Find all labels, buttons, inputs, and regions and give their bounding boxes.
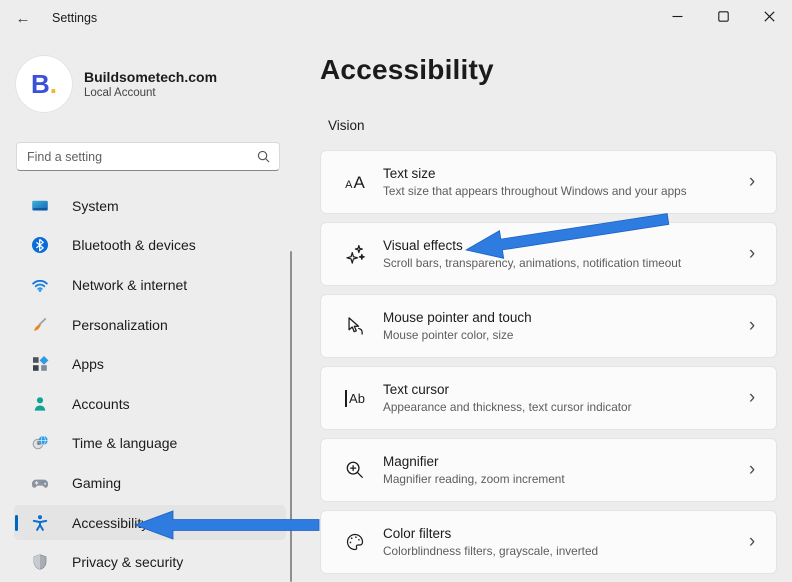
card-subtitle: Magnifier reading, zoom increment: [383, 472, 565, 486]
sidebar-item-system[interactable]: System: [14, 188, 286, 224]
card-subtitle: Mouse pointer color, size: [383, 328, 514, 342]
sidebar-item-time-language[interactable]: Time & language: [14, 426, 286, 462]
sidebar-item-bluetooth-devices[interactable]: Bluetooth & devices: [14, 228, 286, 264]
card-title: Color filters: [383, 526, 452, 541]
card-title: Text size: [383, 166, 436, 181]
chevron-right-icon: [732, 531, 772, 553]
page-title: Accessibility: [320, 54, 494, 85]
system-icon: [30, 196, 50, 216]
search-input[interactable]: [27, 149, 256, 164]
card-magnifier[interactable]: Magnifier Magnifier reading, zoom increm…: [320, 438, 777, 502]
card-subtitle: Scroll bars, transparency, animations, n…: [383, 256, 682, 270]
settings-card-list: AA Text size Text size that appears thro…: [320, 150, 777, 574]
sidebar-item-network-internet[interactable]: Network & internet: [14, 267, 286, 303]
privacy-security-icon: [30, 552, 50, 572]
chevron-right-icon: [732, 315, 772, 337]
search-icon: [256, 149, 271, 164]
window-title: Settings: [52, 11, 98, 25]
card-subtitle: Appearance and thickness, text cursor in…: [383, 400, 632, 414]
sidebar-nav: System Bluetooth & devices Network & int…: [0, 186, 288, 582]
card-subtitle: Colorblindness filters, grayscale, inver…: [383, 544, 599, 558]
time-language-icon: [30, 433, 50, 453]
account-name: Buildsometech.com: [84, 69, 218, 85]
minimize-icon: [672, 11, 683, 22]
account-block[interactable]: B. Buildsometech.com Local Account: [16, 56, 217, 112]
sidebar-item-label: System: [72, 197, 119, 214]
sidebar-item-label: Personalization: [72, 316, 168, 333]
sidebar-item-accessibility[interactable]: Accessibility: [14, 504, 286, 541]
accessibility-icon: [30, 513, 50, 533]
personalization-icon: [30, 315, 50, 335]
sidebar-item-label: Privacy & security: [72, 554, 184, 571]
minimize-button[interactable]: [654, 0, 700, 33]
text-size-icon: AA: [345, 172, 365, 192]
sidebar-scrollbar[interactable]: [290, 251, 292, 582]
card-visual-effects[interactable]: Visual effects Scroll bars, transparency…: [320, 222, 777, 286]
titlebar: ← Settings: [0, 0, 792, 36]
chevron-right-icon: [732, 387, 772, 409]
settings-window: ← Settings B. Buildsometech.com Local Ac…: [0, 0, 792, 582]
sidebar-item-apps[interactable]: Apps: [14, 346, 286, 382]
card-text-size[interactable]: AA Text size Text size that appears thro…: [320, 150, 777, 214]
sidebar-item-label: Network & internet: [72, 276, 188, 293]
sidebar-item-accounts[interactable]: Accounts: [14, 386, 286, 422]
sidebar-item-label: Accounts: [72, 395, 130, 412]
main-content: Accessibility Vision AA Text size Text s…: [300, 36, 792, 582]
network-icon: [30, 275, 50, 295]
color-filters-icon: [342, 529, 368, 555]
sidebar-item-label: Time & language: [72, 435, 178, 452]
window-controls: [654, 0, 792, 36]
back-arrow-icon: ←: [15, 9, 31, 27]
search-box[interactable]: [16, 142, 280, 171]
maximize-icon: [717, 11, 729, 22]
chevron-right-icon: [732, 243, 772, 265]
visual-effects-icon: [342, 241, 368, 267]
avatar-dot: .: [49, 68, 57, 99]
card-mouse-pointer-and-touch[interactable]: Mouse pointer and touch Mouse pointer co…: [320, 294, 777, 358]
card-text-cursor[interactable]: Ab Text cursor Appearance and thickness,…: [320, 366, 777, 430]
avatar: B.: [16, 56, 72, 112]
card-subtitle: Text size that appears throughout Window…: [383, 184, 687, 198]
close-button[interactable]: [746, 0, 792, 33]
text-cursor-icon: Ab: [342, 385, 368, 411]
section-label-vision: Vision: [328, 118, 365, 133]
sidebar-item-gaming[interactable]: Gaming: [14, 465, 286, 501]
accounts-icon: [30, 394, 50, 414]
chevron-right-icon: [732, 171, 772, 193]
avatar-letter: B: [30, 68, 50, 99]
sidebar-item-label: Accessibility: [72, 514, 149, 531]
account-type: Local Account: [84, 87, 156, 99]
maximize-button[interactable]: [700, 0, 746, 33]
mouse-pointer-icon: [342, 313, 368, 339]
close-icon: [763, 11, 775, 22]
sidebar-item-privacy-security[interactable]: Privacy & security: [14, 544, 286, 580]
gaming-icon: [30, 473, 50, 493]
card-title: Mouse pointer and touch: [383, 310, 532, 325]
card-title: Magnifier: [383, 454, 439, 469]
sidebar-item-label: Bluetooth & devices: [72, 237, 196, 254]
magnifier-icon: [342, 457, 368, 483]
sidebar-item-label: Apps: [72, 356, 104, 373]
back-button[interactable]: ←: [6, 5, 40, 31]
sidebar-item-personalization[interactable]: Personalization: [14, 307, 286, 343]
sidebar-item-label: Gaming: [72, 474, 122, 491]
card-title: Text cursor: [383, 382, 450, 397]
chevron-right-icon: [732, 459, 772, 481]
apps-icon: [30, 354, 50, 374]
card-color-filters[interactable]: Color filters Colorblindness filters, gr…: [320, 510, 777, 574]
sidebar: B. Buildsometech.com Local Account Syste…: [0, 36, 300, 582]
card-title: Visual effects: [383, 238, 463, 253]
bluetooth-icon: [30, 235, 50, 255]
